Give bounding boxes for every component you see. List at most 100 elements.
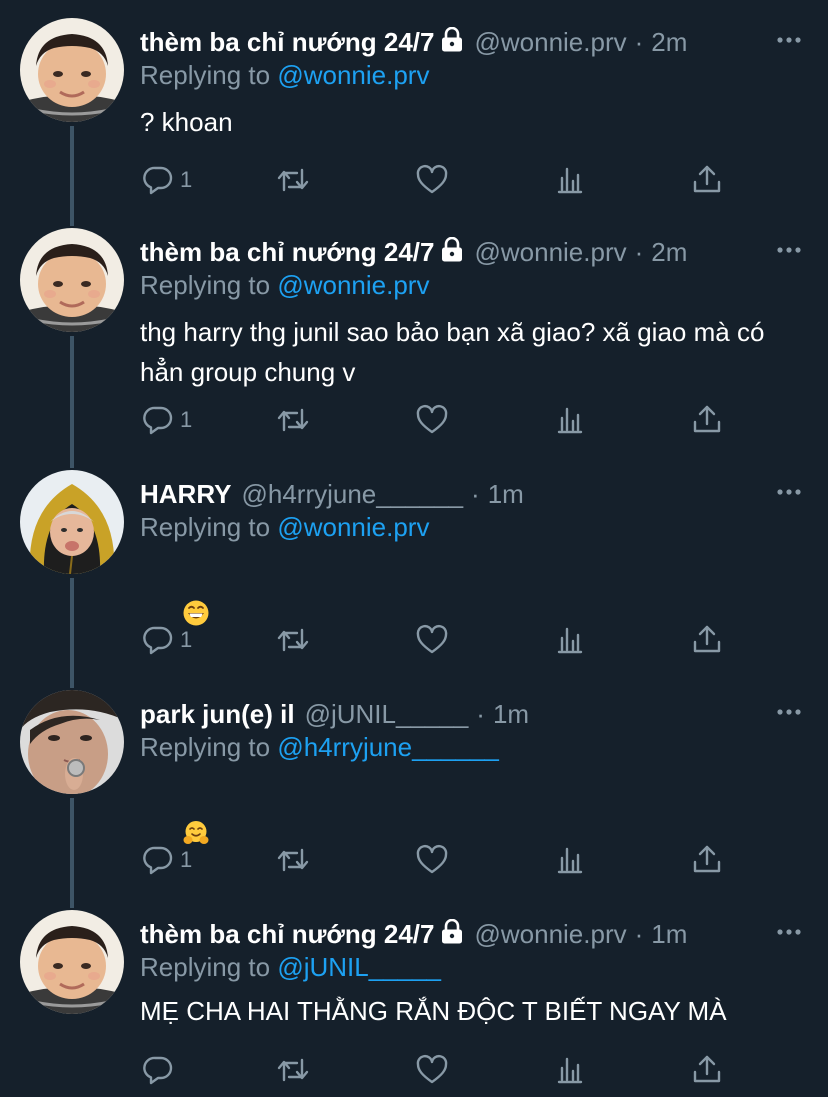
like-button[interactable] <box>416 400 448 440</box>
retweet-button[interactable] <box>276 160 310 200</box>
display-name[interactable]: thèm ba chỉ nướng 24/7 <box>140 916 434 952</box>
yellow-hood-avatar-image <box>20 470 124 574</box>
display-name[interactable]: thèm ba chỉ nướng 24/7 <box>140 234 434 270</box>
analytics-button[interactable] <box>554 840 586 880</box>
share-icon <box>691 404 723 436</box>
retweet-button[interactable] <box>276 840 310 880</box>
reply-button[interactable]: 1 <box>142 400 192 440</box>
reply-icon <box>142 404 174 436</box>
replying-to: Replying to @wonnie.prv <box>140 267 802 303</box>
more-options-icon[interactable] <box>776 482 802 502</box>
retweet-icon <box>276 404 310 436</box>
retweet-button[interactable] <box>276 400 310 440</box>
more-options-icon[interactable] <box>776 240 802 260</box>
share-button[interactable] <box>691 160 723 200</box>
tweet-header: HARRY @h4rryjune______ · 1m <box>140 476 802 512</box>
reply-icon <box>142 1054 174 1086</box>
reply-button[interactable]: 1 <box>142 620 192 660</box>
tweet[interactable]: thèm ba chỉ nướng 24/7 @wonnie.prv · 2m … <box>0 210 828 460</box>
analytics-button[interactable] <box>554 160 586 200</box>
user-handle[interactable]: @jUNIL_____ <box>305 696 469 732</box>
reply-count: 1 <box>180 167 193 192</box>
reply-button[interactable] <box>142 1050 180 1090</box>
tweet[interactable]: thèm ba chỉ nướng 24/7 @wonnie.prv · 2m … <box>0 0 828 220</box>
tweet-actions: 1 <box>142 400 742 440</box>
share-button[interactable] <box>691 1050 723 1090</box>
more-options-icon[interactable] <box>776 30 802 50</box>
analytics-icon <box>554 404 586 436</box>
mention-link[interactable]: @h4rryjune______ <box>277 732 499 762</box>
avatar[interactable] <box>20 228 124 332</box>
share-icon <box>691 1054 723 1086</box>
like-button[interactable] <box>416 160 448 200</box>
tweet-text: MẸ CHA HAI THẰNG RẮN ĐỘC T BIẾT NGAY MÀ <box>140 996 727 1026</box>
separator-dot: · <box>634 919 644 949</box>
analytics-button[interactable] <box>554 400 586 440</box>
reply-icon <box>142 844 174 876</box>
toddler-avatar-image <box>20 910 124 1014</box>
display-name[interactable]: HARRY <box>140 476 231 512</box>
timestamp[interactable]: 1m <box>493 696 529 732</box>
tweet-text: ? khoan <box>140 107 233 137</box>
reply-count: 1 <box>180 627 193 652</box>
tweet[interactable]: thèm ba chỉ nướng 24/7 @wonnie.prv · 1m … <box>0 892 828 1097</box>
reply-icon <box>142 164 174 196</box>
mention-link[interactable]: @wonnie.prv <box>277 60 429 90</box>
like-button[interactable] <box>416 1050 448 1090</box>
mention-link[interactable]: @wonnie.prv <box>277 270 429 300</box>
reply-button[interactable]: 1 <box>142 160 192 200</box>
replying-to-label: Replying to <box>140 732 271 762</box>
share-icon <box>691 844 723 876</box>
replying-to-label: Replying to <box>140 512 271 542</box>
like-button[interactable] <box>416 620 448 660</box>
mention-link[interactable]: @jUNIL_____ <box>277 952 441 982</box>
replying-to-label: Replying to <box>140 270 271 300</box>
like-icon <box>416 164 448 196</box>
retweet-button[interactable] <box>276 620 310 660</box>
share-button[interactable] <box>691 400 723 440</box>
analytics-button[interactable] <box>554 620 586 660</box>
timestamp[interactable]: 1m <box>488 476 524 512</box>
share-button[interactable] <box>691 840 723 880</box>
avatar[interactable] <box>20 18 124 122</box>
lock-icon <box>440 27 464 53</box>
lock-icon <box>440 919 464 945</box>
replying-to: Replying to @jUNIL_____ <box>140 949 802 985</box>
like-button[interactable] <box>416 840 448 880</box>
retweet-icon <box>276 1054 310 1086</box>
tweet[interactable]: park jun(e) il @jUNIL_____ · 1m Replying… <box>0 672 828 892</box>
tweet-actions: 1 <box>142 160 742 200</box>
user-handle[interactable]: @wonnie.prv <box>474 234 626 270</box>
tweet[interactable]: HARRY @h4rryjune______ · 1m Replying to … <box>0 452 828 672</box>
like-icon <box>416 1054 448 1086</box>
separator-dot: · <box>634 27 644 57</box>
replying-to: Replying to @h4rryjune______ <box>140 729 802 765</box>
display-name[interactable]: park jun(e) il <box>140 696 295 732</box>
share-icon <box>691 624 723 656</box>
reply-button[interactable]: 1 <box>142 840 192 880</box>
replying-to-label: Replying to <box>140 952 271 982</box>
like-icon <box>416 844 448 876</box>
analytics-button[interactable] <box>554 1050 586 1090</box>
analytics-icon <box>554 164 586 196</box>
avatar[interactable] <box>20 910 124 1014</box>
like-icon <box>416 624 448 656</box>
mention-link[interactable]: @wonnie.prv <box>277 512 429 542</box>
reply-count: 1 <box>180 407 193 432</box>
timestamp[interactable]: 1m <box>651 916 687 952</box>
more-options-icon[interactable] <box>776 922 802 942</box>
user-handle[interactable]: @wonnie.prv <box>474 24 626 60</box>
display-name[interactable]: thèm ba chỉ nướng 24/7 <box>140 24 434 60</box>
more-options-icon[interactable] <box>776 702 802 722</box>
user-handle[interactable]: @h4rryjune______ <box>241 476 463 512</box>
avatar[interactable] <box>20 690 124 794</box>
timestamp[interactable]: 2m <box>651 234 687 270</box>
timestamp[interactable]: 2m <box>651 24 687 60</box>
avatar[interactable] <box>20 470 124 574</box>
retweet-button[interactable] <box>276 1050 310 1090</box>
replying-to-label: Replying to <box>140 60 271 90</box>
toddler-avatar-image <box>20 228 124 332</box>
replying-to: Replying to @wonnie.prv <box>140 57 802 93</box>
share-button[interactable] <box>691 620 723 660</box>
user-handle[interactable]: @wonnie.prv <box>474 916 626 952</box>
